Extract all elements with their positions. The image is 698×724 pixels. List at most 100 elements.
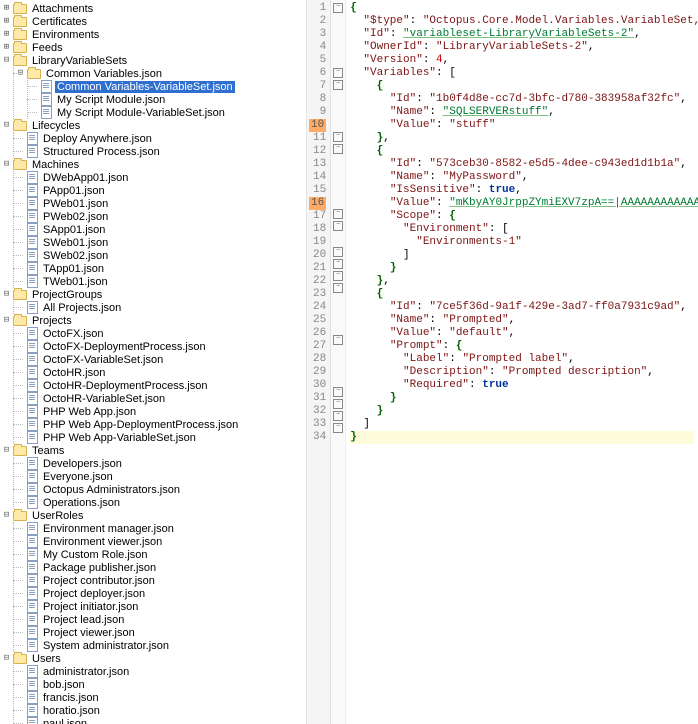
tree-file[interactable]: OctoFX.json xyxy=(14,327,306,340)
tree-file[interactable]: PApp01.json xyxy=(14,184,306,197)
tree-folder[interactable]: ⊟LibraryVariableSets xyxy=(0,54,306,67)
collapse-icon[interactable]: ⊟ xyxy=(2,121,11,130)
expand-icon[interactable]: ⊞ xyxy=(2,43,11,52)
collapse-icon[interactable]: ⊟ xyxy=(2,316,11,325)
file-tree[interactable]: ⊞Attachments⊞Certificates⊞Environments⊞F… xyxy=(0,0,306,724)
fold-toggle-icon[interactable]: − xyxy=(333,399,343,409)
tree-folder[interactable]: ⊞Environments xyxy=(0,28,306,41)
code-line[interactable]: "Value": "mKbyAY0JrppZYmiEXV7zpA==|AAAAA… xyxy=(350,197,694,210)
tree-file[interactable]: francis.json xyxy=(14,691,306,704)
tree-file[interactable]: Developers.json xyxy=(14,457,306,470)
tree-file[interactable]: My Script Module.json xyxy=(28,93,306,106)
collapse-icon[interactable]: ⊟ xyxy=(2,511,11,520)
code-line[interactable]: "Name": "SQLSERVERstuff", xyxy=(350,106,694,119)
fold-gutter[interactable]: −−−−−−−−−−−−−−−− xyxy=(331,0,346,724)
code-line[interactable]: } xyxy=(350,431,694,444)
tree-file[interactable]: OctoHR-DeploymentProcess.json xyxy=(14,379,306,392)
fold-toggle-icon[interactable]: − xyxy=(333,387,343,397)
tree-file[interactable]: Environment manager.json xyxy=(14,522,306,535)
tree-file[interactable]: OctoHR.json xyxy=(14,366,306,379)
tree-file[interactable]: OctoFX-VariableSet.json xyxy=(14,353,306,366)
tree-folder[interactable]: ⊟Lifecycles xyxy=(0,119,306,132)
tree-file[interactable]: Environment viewer.json xyxy=(14,535,306,548)
tree-file[interactable]: PHP Web App-DeploymentProcess.json xyxy=(14,418,306,431)
code-line[interactable]: "Value": "stuff" xyxy=(350,119,694,132)
code-line[interactable]: "Id": "573ceb30-8582-e5d5-4dee-c943ed1d1… xyxy=(350,158,694,171)
collapse-icon[interactable]: ⊟ xyxy=(16,69,25,78)
tree-file[interactable]: TWeb01.json xyxy=(14,275,306,288)
fold-toggle-icon[interactable]: − xyxy=(333,271,343,281)
code-line[interactable]: "IsSensitive": true, xyxy=(350,184,694,197)
tree-file[interactable]: paul.json xyxy=(14,717,306,724)
tree-file[interactable]: Project lead.json xyxy=(14,613,306,626)
tree-file[interactable]: Deploy Anywhere.json xyxy=(14,132,306,145)
tree-folder[interactable]: ⊞Certificates xyxy=(0,15,306,28)
expand-icon[interactable]: ⊞ xyxy=(2,4,11,13)
tree-file[interactable]: PWeb01.json xyxy=(14,197,306,210)
tree-folder[interactable]: ⊟UserRoles xyxy=(0,509,306,522)
tree-file[interactable]: My Script Module-VariableSet.json xyxy=(28,106,306,119)
code-line[interactable]: } xyxy=(350,262,694,275)
tree-file[interactable]: administrator.json xyxy=(14,665,306,678)
fold-toggle-icon[interactable]: − xyxy=(333,423,343,433)
code-line[interactable]: ] xyxy=(350,418,694,431)
tree-file[interactable]: PWeb02.json xyxy=(14,210,306,223)
tree-folder[interactable]: ⊟Teams xyxy=(0,444,306,457)
tree-file[interactable]: DWebApp01.json xyxy=(14,171,306,184)
collapse-icon[interactable]: ⊟ xyxy=(2,56,11,65)
code-line[interactable]: "Description": "Prompted description", xyxy=(350,366,694,379)
fold-toggle-icon[interactable]: − xyxy=(333,335,343,345)
code-line[interactable]: { xyxy=(350,288,694,301)
tree-folder[interactable]: ⊟ProjectGroups xyxy=(0,288,306,301)
collapse-icon[interactable]: ⊟ xyxy=(2,446,11,455)
fold-toggle-icon[interactable]: − xyxy=(333,283,343,293)
tree-file[interactable]: Octopus Administrators.json xyxy=(14,483,306,496)
code-line[interactable]: { xyxy=(350,145,694,158)
tree-folder[interactable]: ⊟Users xyxy=(0,652,306,665)
code-line[interactable]: { xyxy=(350,80,694,93)
code-line[interactable]: "Variables": [ xyxy=(350,67,694,80)
tree-file[interactable]: horatio.json xyxy=(14,704,306,717)
tree-file[interactable]: Project deployer.json xyxy=(14,587,306,600)
tree-file[interactable]: Everyone.json xyxy=(14,470,306,483)
code-line[interactable]: "Environments-1" xyxy=(350,236,694,249)
expand-icon[interactable]: ⊞ xyxy=(2,17,11,26)
code-line[interactable]: } xyxy=(350,392,694,405)
tree-folder[interactable]: ⊞Feeds xyxy=(0,41,306,54)
code-line[interactable]: "Name": "MyPassword", xyxy=(350,171,694,184)
code-line[interactable]: "Version": 4, xyxy=(350,54,694,67)
fold-toggle-icon[interactable]: − xyxy=(333,132,343,142)
code-line[interactable]: }, xyxy=(350,132,694,145)
expand-icon[interactable]: ⊞ xyxy=(2,30,11,39)
tree-file[interactable]: OctoFX-DeploymentProcess.json xyxy=(14,340,306,353)
tree-file[interactable]: Project viewer.json xyxy=(14,626,306,639)
tree-file[interactable]: PHP Web App.json xyxy=(14,405,306,418)
code-line[interactable]: "Value": "default", xyxy=(350,327,694,340)
tree-file[interactable]: Operations.json xyxy=(14,496,306,509)
code-line[interactable]: "Label": "Prompted label", xyxy=(350,353,694,366)
tree-file[interactable]: Common Variables-VariableSet.json xyxy=(28,80,306,93)
collapse-icon[interactable]: ⊟ xyxy=(2,290,11,299)
fold-toggle-icon[interactable]: − xyxy=(333,68,343,78)
tree-file[interactable]: TApp01.json xyxy=(14,262,306,275)
tree-folder[interactable]: ⊟Machines xyxy=(0,158,306,171)
fold-toggle-icon[interactable]: − xyxy=(333,80,343,90)
tree-file[interactable]: System administrator.json xyxy=(14,639,306,652)
code-line[interactable]: "OwnerId": "LibraryVariableSets-2", xyxy=(350,41,694,54)
code-line[interactable]: "Name": "Prompted", xyxy=(350,314,694,327)
fold-toggle-icon[interactable]: − xyxy=(333,144,343,154)
tree-file[interactable]: My Custom Role.json xyxy=(14,548,306,561)
tree-folder[interactable]: ⊟Common Variables.json xyxy=(14,67,306,80)
tree-file[interactable]: OctoHR-VariableSet.json xyxy=(14,392,306,405)
code-line[interactable]: "Required": true xyxy=(350,379,694,392)
tree-file[interactable]: SWeb02.json xyxy=(14,249,306,262)
fold-toggle-icon[interactable]: − xyxy=(333,411,343,421)
tree-file[interactable]: PHP Web App-VariableSet.json xyxy=(14,431,306,444)
code-line[interactable]: "Id": "7ce5f36d-9a1f-429e-3ad7-ff0a7931c… xyxy=(350,301,694,314)
tree-folder[interactable]: ⊞Attachments xyxy=(0,2,306,15)
tree-file[interactable]: SApp01.json xyxy=(14,223,306,236)
code-line[interactable]: "Prompt": { xyxy=(350,340,694,353)
code-line[interactable]: ] xyxy=(350,249,694,262)
collapse-icon[interactable]: ⊟ xyxy=(2,654,11,663)
tree-file[interactable]: Project initiator.json xyxy=(14,600,306,613)
